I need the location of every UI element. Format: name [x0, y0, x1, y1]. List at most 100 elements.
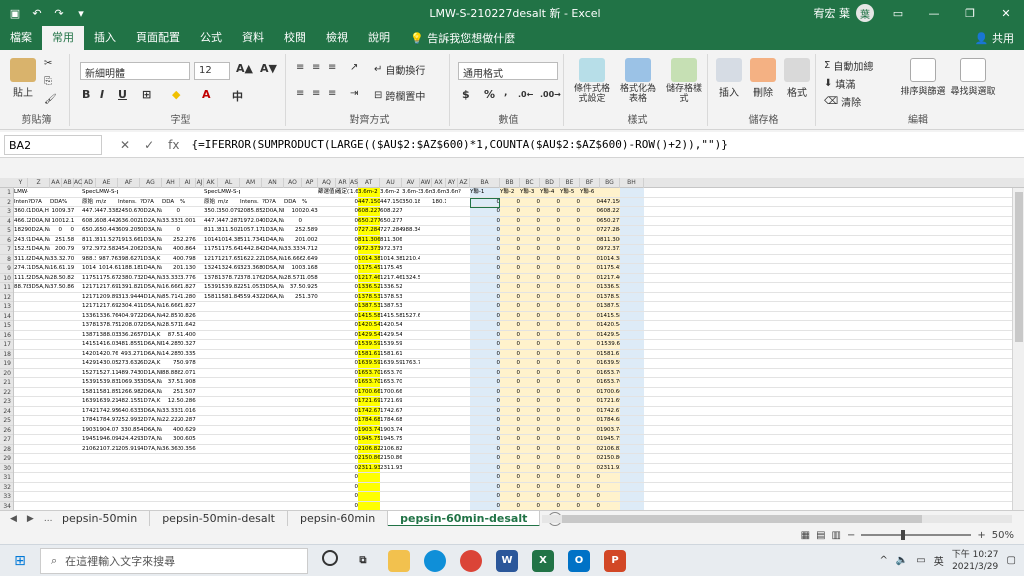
cell[interactable]: 1175.4527 — [380, 264, 402, 273]
cell[interactable]: % — [62, 198, 74, 207]
cell[interactable]: 0 — [162, 207, 181, 216]
copy-icon[interactable]: ⎘ — [44, 76, 52, 87]
row-header[interactable]: 33 — [0, 492, 13, 502]
horizontal-scroll-thumb[interactable] — [562, 515, 922, 523]
cell[interactable]: 0 — [580, 397, 601, 406]
indent-icon[interactable]: ⇥ — [350, 88, 358, 99]
cell[interactable]: 0.82602 — [180, 312, 196, 321]
column-header[interactable]: AL — [218, 178, 240, 188]
cell[interactable]: 1742.95 — [96, 407, 118, 416]
cell[interactable]: 1175.45 — [204, 245, 218, 254]
cell[interactable]: Intens. — [118, 198, 140, 207]
row-header[interactable]: 24 — [0, 407, 13, 416]
minimize-icon[interactable]: — — [916, 7, 952, 20]
cell[interactable]: 40 — [162, 255, 180, 264]
cell[interactable]: 0 — [540, 426, 561, 435]
cell[interactable]: 0 — [350, 378, 359, 387]
currency-button[interactable]: $ — [462, 88, 470, 101]
cell[interactable]: 0 — [560, 350, 581, 359]
cell[interactable]: 811.527 — [96, 236, 118, 245]
cell[interactable]: % — [302, 198, 318, 207]
cell[interactable]: 1217.464 — [600, 274, 620, 283]
cell[interactable]: 1.40033 — [180, 331, 196, 340]
cell[interactable]: 2D7A,Na — [140, 416, 162, 425]
tab-home[interactable]: 常用 — [42, 26, 84, 50]
cell[interactable]: 0 — [350, 340, 359, 349]
cell[interactable]: 20 — [284, 236, 302, 245]
cell[interactable]: 1653.7021 — [358, 369, 380, 378]
row-header[interactable]: 34 — [0, 502, 13, 511]
cell[interactable]: 1904.07 — [96, 426, 118, 435]
cell[interactable]: 0 — [470, 340, 501, 349]
cell[interactable]: 640.633 — [118, 407, 140, 416]
cell[interactable]: 1581.6103 — [380, 350, 402, 359]
cell[interactable]: 0 — [350, 454, 359, 463]
cell[interactable]: 1D3A,Na — [262, 226, 284, 235]
bold-button[interactable]: B — [82, 88, 90, 101]
row-header[interactable]: 21 — [0, 378, 13, 388]
cell[interactable]: 1014.385 — [358, 255, 380, 264]
cell[interactable]: 1420.54 — [82, 350, 96, 359]
share-button[interactable]: 👤 共用 — [975, 30, 1014, 46]
cell[interactable]: 0 — [500, 435, 521, 444]
cell[interactable]: 447.287 — [218, 217, 240, 226]
cell[interactable]: ? — [458, 188, 470, 197]
cell[interactable]: 75 — [162, 359, 180, 368]
border-icon[interactable]: ⊞ — [142, 88, 151, 101]
cell[interactable]: 16.6667 — [162, 302, 180, 311]
cell[interactable]: 1420.5426 — [380, 321, 402, 330]
cell[interactable]: 0 — [560, 502, 581, 511]
cell[interactable]: 1653.702 — [600, 378, 620, 387]
column-header[interactable]: AO — [284, 178, 302, 188]
cell[interactable]: 0 — [520, 302, 541, 311]
cell[interactable]: 1188.18 — [118, 264, 140, 273]
cell[interactable]: 1420.5426 — [358, 321, 380, 330]
row-header[interactable]: 13 — [0, 302, 13, 312]
cell[interactable]: 1D7A,K — [140, 397, 162, 406]
cell[interactable]: 1429.542 — [380, 331, 402, 340]
cell[interactable]: 1527.11 — [96, 369, 118, 378]
row-header[interactable]: 30 — [0, 464, 13, 473]
cell[interactable]: 0 — [470, 264, 501, 273]
cell[interactable]: 0.86669 — [62, 283, 74, 292]
chevron-up-icon[interactable]: ^ — [879, 555, 887, 566]
cell[interactable]: 0 — [500, 245, 521, 254]
cell[interactable]: 0 — [470, 312, 501, 321]
cell[interactable]: 1946.09 — [96, 435, 118, 444]
column-header[interactable]: AE — [96, 178, 118, 188]
merge-center-button[interactable]: ⊟ 跨欄置中 — [374, 88, 425, 103]
cell[interactable]: 1539.5998 — [358, 340, 380, 349]
cell[interactable]: 0 — [540, 397, 561, 406]
cell[interactable]: 20 — [162, 264, 180, 273]
cell[interactable]: 1D6A,Na — [140, 350, 162, 359]
cell[interactable]: 0 — [560, 388, 581, 397]
cell[interactable]: 0 — [560, 492, 581, 501]
cell[interactable]: 608.22734 — [358, 207, 380, 216]
cell[interactable]: 378.176 — [240, 274, 262, 283]
cell[interactable]: 0 — [500, 274, 521, 283]
cell[interactable]: 1415.5867 — [358, 312, 380, 321]
column-header[interactable]: AD — [82, 178, 96, 188]
cell[interactable]: 0 — [560, 464, 581, 473]
cell[interactable]: 1581.61 — [600, 350, 620, 359]
cell[interactable]: 0 — [580, 283, 601, 292]
cell[interactable]: 811.306 — [82, 236, 96, 245]
row-header[interactable]: 7 — [0, 245, 13, 255]
cell[interactable]: 1653.7021 — [380, 378, 402, 387]
cell[interactable]: 466.141 — [14, 217, 28, 226]
cell[interactable]: 1416.03 — [96, 340, 118, 349]
column-header[interactable]: AN — [262, 178, 284, 188]
format-painter-icon[interactable]: 🖌 — [44, 94, 57, 105]
cell[interactable]: 0 — [470, 283, 501, 292]
cell[interactable]: 2150.8622 — [380, 454, 402, 463]
cell[interactable]: 1D4A,Na — [28, 236, 50, 245]
cell[interactable]: 1209.89 — [96, 293, 118, 302]
cell[interactable]: 0 — [580, 359, 601, 368]
cell[interactable]: 0 — [500, 340, 521, 349]
cell[interactable]: 0 — [560, 378, 581, 387]
cell[interactable]: 0 — [520, 274, 541, 283]
cell[interactable]: 1653.7021 — [380, 369, 402, 378]
redo-icon[interactable]: ↷ — [52, 7, 66, 20]
cell[interactable]: 0 — [580, 492, 601, 501]
cell[interactable]: 205.919 — [118, 445, 140, 454]
